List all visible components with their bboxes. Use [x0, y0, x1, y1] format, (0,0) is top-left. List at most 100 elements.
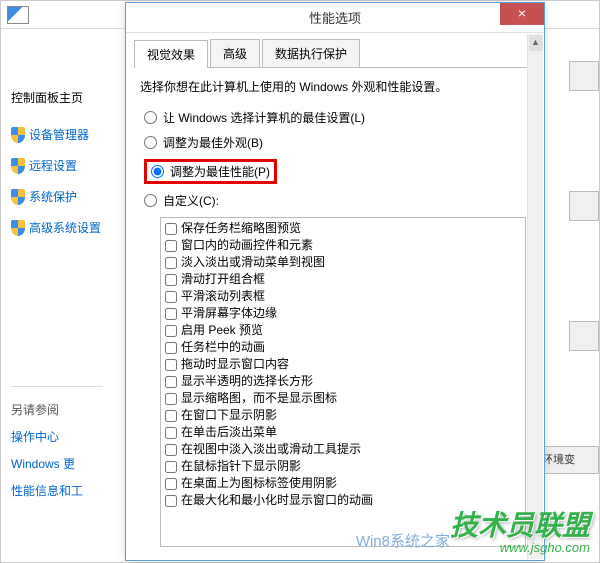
checkbox[interactable]	[165, 291, 177, 303]
check-label: 滑动打开组合框	[181, 271, 265, 288]
check-label: 在窗口下显示阴影	[181, 407, 277, 424]
check-item[interactable]: 窗口内的动画控件和元素	[165, 237, 521, 254]
effects-checklist[interactable]: 保存任务栏缩略图预览 窗口内的动画控件和元素 淡入淡出或滑动菜单到视图 滑动打开…	[160, 217, 526, 547]
check-label: 显示半透明的选择长方形	[181, 373, 313, 390]
instruction-text: 选择你想在此计算机上使用的 Windows 外观和性能设置。	[140, 78, 536, 95]
sidebar-item-label: 高级系统设置	[29, 219, 101, 236]
env-vars-button[interactable]: 环境变	[539, 446, 599, 474]
sidebar-item-remote[interactable]: 远程设置	[11, 157, 103, 174]
checkbox[interactable]	[165, 495, 177, 507]
dialog-titlebar: 性能选项 ×	[126, 3, 544, 33]
checkbox[interactable]	[165, 444, 177, 456]
checkbox[interactable]	[165, 342, 177, 354]
checkbox[interactable]	[165, 393, 177, 405]
radio-best-appearance[interactable]: 调整为最佳外观(B)	[144, 134, 536, 151]
check-label: 保存任务栏缩略图预览	[181, 220, 301, 237]
sidebar-item-label: 系统保护	[29, 188, 77, 205]
check-item[interactable]: 滑动打开组合框	[165, 271, 521, 288]
right-button-1[interactable]	[569, 61, 599, 91]
check-label: 显示缩略图，而不是显示图标	[181, 390, 337, 407]
check-item[interactable]: 显示缩略图，而不是显示图标	[165, 390, 521, 407]
tab-advanced[interactable]: 高级	[210, 39, 260, 67]
check-item[interactable]: 保存任务栏缩略图预览	[165, 220, 521, 237]
sidebar-link-action-center[interactable]: 操作中心	[11, 428, 103, 445]
check-label: 窗口内的动画控件和元素	[181, 237, 313, 254]
checkbox[interactable]	[165, 410, 177, 422]
checkbox[interactable]	[165, 257, 177, 269]
radio-label: 让 Windows 选择计算机的最佳设置(L)	[163, 109, 365, 126]
highlight-box: 调整为最佳性能(P)	[144, 159, 277, 184]
check-label: 在视图中淡入淡出或滑动工具提示	[181, 441, 361, 458]
radio-input[interactable]	[144, 111, 157, 124]
scroll-up-icon[interactable]: ▲	[529, 35, 543, 51]
dialog-title: 性能选项	[309, 8, 361, 27]
check-label: 平滑屏幕字体边缘	[181, 305, 277, 322]
check-item[interactable]: 在视图中淡入淡出或滑动工具提示	[165, 441, 521, 458]
checkbox[interactable]	[165, 223, 177, 235]
control-panel-icon	[7, 6, 29, 24]
check-item[interactable]: 拖动时显示窗口内容	[165, 356, 521, 373]
shield-icon	[11, 220, 25, 236]
close-button[interactable]: ×	[500, 3, 544, 25]
radio-label: 自定义(C):	[163, 192, 219, 209]
check-item[interactable]: 显示半透明的选择长方形	[165, 373, 521, 390]
sidebar: 控制面板主页 设备管理器 远程设置 系统保护 高级系统设置 另请参阅 操作中心 …	[1, 29, 111, 517]
tab-visual-effects[interactable]: 视觉效果	[134, 40, 208, 68]
check-item[interactable]: 在鼠标指针下显示阴影	[165, 458, 521, 475]
check-item[interactable]: 平滑屏幕字体边缘	[165, 305, 521, 322]
dialog-scrollbar[interactable]: ▲	[527, 34, 543, 559]
check-item[interactable]: 平滑滚动列表框	[165, 288, 521, 305]
checkbox[interactable]	[165, 478, 177, 490]
check-item[interactable]: 在桌面上为图标标签使用阴影	[165, 475, 521, 492]
dialog-body: 视觉效果 高级 数据执行保护 选择你想在此计算机上使用的 Windows 外观和…	[126, 33, 544, 553]
checkbox[interactable]	[165, 308, 177, 320]
performance-options-dialog: 性能选项 × 视觉效果 高级 数据执行保护 选择你想在此计算机上使用的 Wind…	[125, 2, 545, 561]
sidebar-item-advanced[interactable]: 高级系统设置	[11, 219, 103, 236]
check-item[interactable]: 在窗口下显示阴影	[165, 407, 521, 424]
watermark-brand: 技术员联盟	[450, 510, 590, 541]
sidebar-item-label: 远程设置	[29, 157, 77, 174]
checkbox[interactable]	[165, 359, 177, 371]
check-label: 任务栏中的动画	[181, 339, 265, 356]
watermark-url: www.jsgho.com	[450, 540, 590, 555]
sidebar-item-label: 设备管理器	[29, 126, 89, 143]
check-label: 启用 Peek 预览	[181, 322, 263, 339]
radio-input[interactable]	[144, 136, 157, 149]
check-label: 拖动时显示窗口内容	[181, 356, 289, 373]
sidebar-item-device-manager[interactable]: 设备管理器	[11, 126, 103, 143]
radio-custom[interactable]: 自定义(C):	[144, 192, 536, 209]
checkbox[interactable]	[165, 376, 177, 388]
radio-let-windows[interactable]: 让 Windows 选择计算机的最佳设置(L)	[144, 109, 536, 126]
checkbox[interactable]	[165, 274, 177, 286]
right-button-2[interactable]	[569, 191, 599, 221]
right-button-3[interactable]	[569, 321, 599, 351]
watermark: 技术员联盟 www.jsgho.com	[450, 504, 590, 555]
tab-dep[interactable]: 数据执行保护	[262, 39, 360, 67]
check-item[interactable]: 启用 Peek 预览	[165, 322, 521, 339]
shield-icon	[11, 158, 25, 174]
check-item[interactable]: 任务栏中的动画	[165, 339, 521, 356]
shield-icon	[11, 127, 25, 143]
sidebar-item-protection[interactable]: 系统保护	[11, 188, 103, 205]
radio-input[interactable]	[144, 194, 157, 207]
watermark-sub: Win8系统之家	[356, 530, 450, 551]
see-also-label: 另请参阅	[11, 401, 103, 418]
radio-label: 调整为最佳外观(B)	[163, 134, 263, 151]
sidebar-link-windows-update[interactable]: Windows 更	[11, 455, 103, 472]
radio-group: 让 Windows 选择计算机的最佳设置(L) 调整为最佳外观(B) 调整为最佳…	[144, 109, 536, 209]
checkbox[interactable]	[165, 427, 177, 439]
right-panel	[569, 61, 599, 451]
sidebar-link-perf-info[interactable]: 性能信息和工	[11, 482, 103, 499]
checkbox[interactable]	[165, 461, 177, 473]
checkbox[interactable]	[165, 240, 177, 252]
shield-icon	[11, 189, 25, 205]
check-label: 在最大化和最小化时显示窗口的动画	[181, 492, 373, 509]
check-item[interactable]: 淡入淡出或滑动菜单到视图	[165, 254, 521, 271]
radio-label-best-performance: 调整为最佳性能(P)	[170, 163, 270, 180]
separator	[11, 386, 103, 387]
checkbox[interactable]	[165, 325, 177, 337]
check-item[interactable]: 在单击后淡出菜单	[165, 424, 521, 441]
check-label: 在单击后淡出菜单	[181, 424, 277, 441]
radio-input[interactable]	[151, 165, 164, 178]
tab-bar: 视觉效果 高级 数据执行保护	[134, 39, 536, 68]
